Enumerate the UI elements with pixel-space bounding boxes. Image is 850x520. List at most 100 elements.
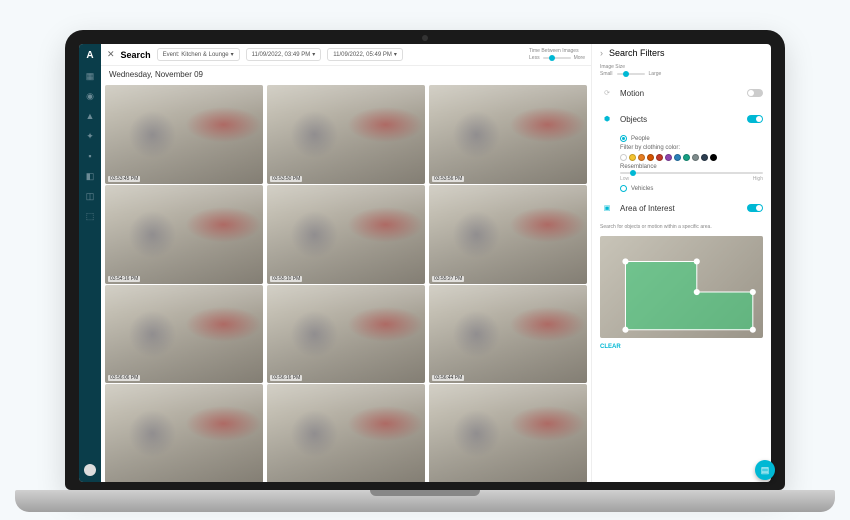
vehicles-label: Vehicles bbox=[631, 186, 653, 192]
motion-label: Motion bbox=[620, 89, 741, 98]
image-size-high: Large bbox=[649, 71, 662, 77]
objects-icon: ⬢ bbox=[600, 112, 614, 126]
people-radio[interactable] bbox=[620, 135, 627, 142]
video-thumbnail[interactable] bbox=[267, 384, 425, 482]
app-logo[interactable]: A bbox=[86, 50, 93, 61]
time-between-slider[interactable] bbox=[543, 57, 571, 59]
resemblance-slider[interactable] bbox=[620, 172, 763, 174]
thumbnail-timestamp: 03:56:16 PM bbox=[270, 375, 302, 381]
user-avatar[interactable] bbox=[84, 464, 96, 476]
nav-integrations-icon[interactable]: ⬚ bbox=[85, 211, 95, 221]
video-thumbnail[interactable]: 03:53:50 PM bbox=[267, 85, 425, 184]
nav-devices-icon[interactable]: ◧ bbox=[85, 171, 95, 181]
clothing-color-option[interactable] bbox=[620, 154, 627, 161]
clothing-color-label: Filter by clothing color: bbox=[620, 145, 763, 151]
resemblance-label: Resemblance bbox=[620, 164, 657, 170]
page-title: Search bbox=[121, 50, 151, 60]
objects-toggle[interactable] bbox=[747, 115, 763, 123]
close-icon[interactable]: ✕ bbox=[107, 49, 115, 60]
clothing-color-option[interactable] bbox=[665, 154, 672, 161]
thumbnail-timestamp: 03:56:44 PM bbox=[432, 375, 464, 381]
clothing-color-option[interactable] bbox=[683, 154, 690, 161]
motion-filter-row: ⟳ Motion bbox=[600, 83, 763, 103]
objects-filter-row: ⬢ Objects bbox=[600, 109, 763, 129]
motion-icon: ⟳ bbox=[600, 86, 614, 100]
video-thumbnail[interactable]: 03:53:56 PM bbox=[429, 85, 587, 184]
nav-users-icon[interactable]: ▪ bbox=[85, 151, 95, 161]
clothing-color-option[interactable] bbox=[710, 154, 717, 161]
thumbnail-timestamp: 03:54:16 PM bbox=[108, 276, 140, 282]
aoi-description: Search for objects or motion within a sp… bbox=[600, 224, 763, 230]
resemblance-block: Resemblance Low High bbox=[620, 164, 763, 182]
vehicles-radio-row[interactable]: Vehicles bbox=[620, 185, 763, 192]
calendar-icon: ▾ bbox=[312, 51, 315, 58]
motion-toggle[interactable] bbox=[747, 89, 763, 97]
clothing-colors bbox=[620, 154, 763, 161]
clothing-color-option[interactable] bbox=[674, 154, 681, 161]
clothing-color-option[interactable] bbox=[692, 154, 699, 161]
video-thumbnail[interactable] bbox=[105, 384, 263, 482]
aoi-icon: ▣ bbox=[600, 201, 614, 215]
webcam-dot bbox=[422, 35, 428, 41]
nav-camera-icon[interactable]: ◉ bbox=[85, 91, 95, 101]
clothing-color-option[interactable] bbox=[656, 154, 663, 161]
main-column: ✕ Search Event: Kitchen & Lounge ▾ 11/09… bbox=[101, 44, 591, 482]
filters-panel: › Search Filters Image Size Small Large … bbox=[591, 44, 771, 482]
help-fab-button[interactable]: ▤ bbox=[755, 460, 771, 480]
video-thumbnail[interactable]: 03:56:16 PM bbox=[267, 285, 425, 384]
clothing-color-option[interactable] bbox=[647, 154, 654, 161]
aoi-polygon[interactable] bbox=[600, 236, 763, 338]
clothing-color-option[interactable] bbox=[701, 154, 708, 161]
image-size-low: Small bbox=[600, 71, 613, 77]
aoi-label: Area of Interest bbox=[620, 204, 741, 213]
filters-header: › Search Filters bbox=[600, 48, 763, 58]
thumbnail-grid: 03:53:45 PM 03:53:50 PM 03:53:56 PM 03:54:1… bbox=[101, 83, 591, 482]
thumbnail-timestamp: 03:56:06 PM bbox=[108, 375, 140, 381]
image-size-slider[interactable] bbox=[617, 73, 645, 75]
clothing-color-option[interactable] bbox=[638, 154, 645, 161]
video-thumbnail[interactable]: 03:56:06 PM bbox=[105, 285, 263, 384]
objects-sub: People Filter by clothing color: Resembl… bbox=[600, 135, 763, 192]
calendar-icon: ▾ bbox=[394, 51, 397, 58]
app-screen: A ▦ ◉ ▲ ✦ ▪ ◧ ◫ ⬚ ✕ Search Event: Kitche… bbox=[79, 44, 771, 482]
date-to-input[interactable]: 11/09/2022, 05:49 PM ▾ bbox=[327, 48, 403, 61]
nav-sidebar: A ▦ ◉ ▲ ✦ ▪ ◧ ◫ ⬚ bbox=[79, 44, 101, 482]
date-from-input[interactable]: 11/09/2022, 03:49 PM ▾ bbox=[246, 48, 322, 61]
thumbnail-timestamp: 03:53:56 PM bbox=[432, 176, 464, 182]
aoi-toggle[interactable] bbox=[747, 204, 763, 212]
thumbnail-timestamp: 03:55:27 PM bbox=[432, 276, 464, 282]
chevron-right-icon[interactable]: › bbox=[600, 48, 603, 58]
filters-title: Search Filters bbox=[609, 48, 665, 58]
video-thumbnail[interactable]: 03:55:27 PM bbox=[429, 185, 587, 284]
video-thumbnail[interactable] bbox=[429, 384, 587, 482]
nav-dashboard-icon[interactable]: ▦ bbox=[85, 71, 95, 81]
time-between-label: Time Between Images bbox=[529, 48, 585, 54]
aoi-clear-button[interactable]: CLEAR bbox=[600, 344, 763, 350]
chevron-down-icon: ▾ bbox=[231, 51, 234, 58]
thumbnail-timestamp: 03:53:50 PM bbox=[270, 176, 302, 182]
video-thumbnail[interactable]: 03:54:16 PM bbox=[105, 185, 263, 284]
nav-alert-icon[interactable]: ▲ bbox=[85, 111, 95, 121]
camera-select[interactable]: Event: Kitchen & Lounge ▾ bbox=[157, 48, 240, 61]
clothing-color-option[interactable] bbox=[629, 154, 636, 161]
people-radio-row[interactable]: People bbox=[620, 135, 763, 142]
video-thumbnail[interactable]: 03:53:45 PM bbox=[105, 85, 263, 184]
time-between-high: More bbox=[574, 55, 585, 61]
image-size-label: Image Size bbox=[600, 64, 625, 70]
people-label: People bbox=[631, 136, 650, 142]
vehicles-radio[interactable] bbox=[620, 185, 627, 192]
thumbnail-timestamp: 03:53:45 PM bbox=[108, 176, 140, 182]
thumbnail-timestamp: 03:55:10 PM bbox=[270, 276, 302, 282]
laptop-base bbox=[15, 490, 835, 512]
aoi-sub: Search for objects or motion within a sp… bbox=[600, 224, 763, 350]
nav-layout-icon[interactable]: ◫ bbox=[85, 191, 95, 201]
objects-label: Objects bbox=[620, 115, 741, 124]
aoi-preview[interactable] bbox=[600, 236, 763, 338]
aoi-filter-row: ▣ Area of Interest bbox=[600, 198, 763, 218]
video-thumbnail[interactable]: 03:56:44 PM bbox=[429, 285, 587, 384]
nav-settings-icon[interactable]: ✦ bbox=[85, 131, 95, 141]
image-size-control: Image Size Small Large bbox=[600, 64, 763, 77]
time-between-low: Less bbox=[529, 55, 540, 61]
video-thumbnail[interactable]: 03:55:10 PM bbox=[267, 185, 425, 284]
resemblance-high: High bbox=[753, 176, 763, 182]
